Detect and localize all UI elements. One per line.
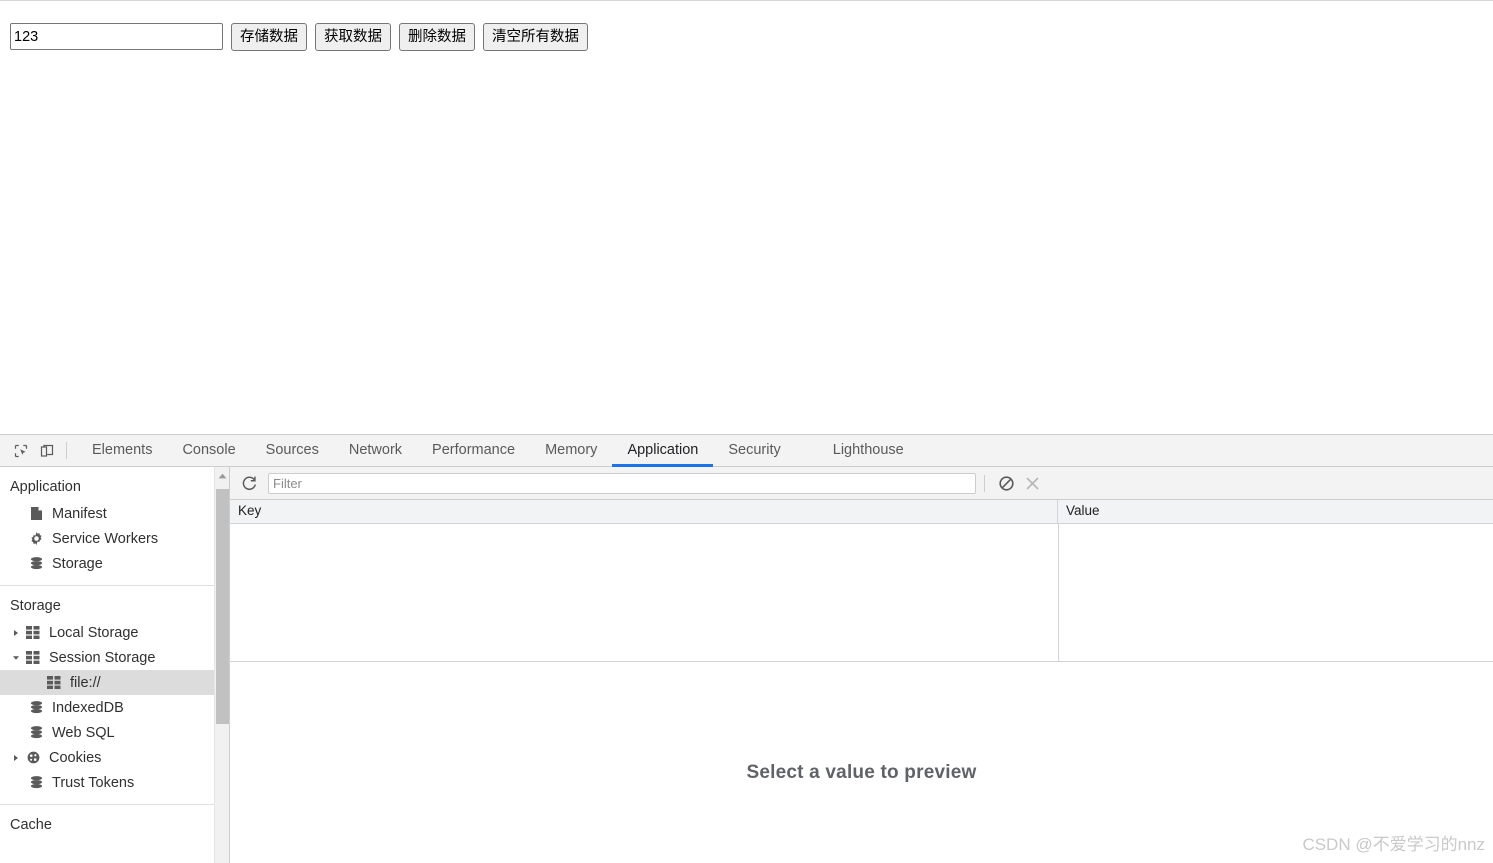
get-data-button[interactable]: 获取数据	[315, 23, 391, 51]
gear-icon	[26, 531, 46, 546]
application-sidebar: Application Manifest Service Workers Sto…	[0, 467, 230, 863]
tab-performance[interactable]: Performance	[417, 436, 530, 467]
devtools-tabstrip: Elements Console Sources Network Perform…	[0, 435, 1493, 467]
inspect-element-icon[interactable]	[8, 438, 34, 464]
storage-toolbar	[230, 467, 1493, 500]
sidebar-item-label: Session Storage	[49, 649, 156, 666]
devtools-body: Application Manifest Service Workers Sto…	[0, 467, 1493, 863]
sidebar-item-label: file://	[70, 674, 101, 691]
sidebar-item-label: Local Storage	[49, 624, 139, 641]
storage-datagrid: Key Value	[230, 500, 1493, 662]
database-icon	[26, 700, 46, 715]
rendered-web-page: 存储数据 获取数据 删除数据 清空所有数据	[0, 0, 1493, 434]
sidebar-item-session-storage[interactable]: Session Storage	[0, 645, 229, 670]
database-icon	[26, 556, 46, 571]
sidebar-item-web-sql[interactable]: Web SQL	[0, 720, 229, 745]
tabstrip-divider	[66, 442, 67, 459]
datagrid-column-divider[interactable]	[1058, 524, 1059, 661]
storage-value-input[interactable]	[10, 23, 223, 50]
sidebar-item-manifest[interactable]: Manifest	[0, 501, 229, 526]
cookie-icon	[23, 750, 43, 765]
sidebar-scrollbar[interactable]	[214, 467, 229, 863]
tab-application[interactable]: Application	[612, 436, 714, 467]
sidebar-section-application: Application	[10, 479, 81, 495]
sidebar-item-label: Storage	[52, 555, 103, 572]
store-data-button[interactable]: 存储数据	[231, 23, 307, 51]
sidebar-item-label: Web SQL	[52, 724, 115, 741]
table-icon	[44, 676, 64, 689]
sidebar-item-label: Cookies	[49, 749, 102, 766]
datagrid-header-row: Key Value	[230, 500, 1493, 524]
document-icon	[26, 506, 46, 521]
tab-sources[interactable]: Sources	[251, 436, 334, 467]
sidebar-item-storage[interactable]: Storage	[0, 551, 229, 576]
chevron-right-icon[interactable]	[10, 754, 22, 762]
devtools-panel: Elements Console Sources Network Perform…	[0, 434, 1493, 863]
filter-input[interactable]	[268, 472, 976, 494]
sidebar-item-indexeddb[interactable]: IndexedDB	[0, 695, 229, 720]
clear-all-icon[interactable]	[993, 470, 1019, 496]
sidebar-item-label: Manifest	[52, 505, 107, 522]
sidebar-item-label: Trust Tokens	[52, 774, 135, 791]
tab-lighthouse[interactable]: Lighthouse	[818, 436, 919, 467]
tab-security[interactable]: Security	[713, 436, 795, 467]
delete-data-button[interactable]: 删除数据	[399, 23, 475, 51]
sidebar-item-local-storage[interactable]: Local Storage	[0, 620, 229, 645]
column-header-key[interactable]: Key	[230, 500, 1058, 523]
storage-main-panel: Key Value Select a value to preview	[230, 467, 1493, 863]
sidebar-scrollbar-thumb[interactable]	[216, 489, 229, 724]
table-icon	[23, 651, 43, 664]
clear-all-data-button[interactable]: 清空所有数据	[483, 23, 588, 51]
database-icon	[26, 725, 46, 740]
database-icon	[26, 775, 46, 790]
refresh-icon[interactable]	[236, 470, 262, 496]
scroll-up-arrow-icon[interactable]	[215, 467, 229, 484]
tab-console[interactable]: Console	[167, 436, 250, 467]
toolbar-divider	[984, 474, 985, 492]
tab-network[interactable]: Network	[334, 436, 417, 467]
sidebar-section-cache: Cache	[10, 817, 52, 833]
sidebar-item-session-storage-origin[interactable]: file://	[0, 670, 229, 695]
datagrid-body[interactable]	[230, 524, 1493, 661]
delete-selected-icon[interactable]	[1019, 470, 1045, 496]
page-controls-toolbar: 存储数据 获取数据 删除数据 清空所有数据	[10, 23, 588, 51]
sidebar-item-cookies[interactable]: Cookies	[0, 745, 229, 770]
sidebar-item-label: IndexedDB	[52, 699, 124, 716]
chevron-right-icon[interactable]	[10, 629, 22, 637]
sidebar-item-service-workers[interactable]: Service Workers	[0, 526, 229, 551]
tab-elements[interactable]: Elements	[77, 436, 167, 467]
tab-memory[interactable]: Memory	[530, 436, 612, 467]
column-header-value[interactable]: Value	[1058, 500, 1493, 523]
sidebar-section-storage: Storage	[10, 598, 61, 614]
value-preview-pane: Select a value to preview	[230, 662, 1493, 862]
chevron-down-icon[interactable]	[10, 654, 22, 662]
sidebar-item-trust-tokens[interactable]: Trust Tokens	[0, 770, 229, 795]
table-icon	[23, 626, 43, 639]
sidebar-item-label: Service Workers	[52, 530, 159, 547]
preview-empty-message: Select a value to preview	[746, 762, 977, 783]
device-toolbar-icon[interactable]	[34, 438, 60, 464]
